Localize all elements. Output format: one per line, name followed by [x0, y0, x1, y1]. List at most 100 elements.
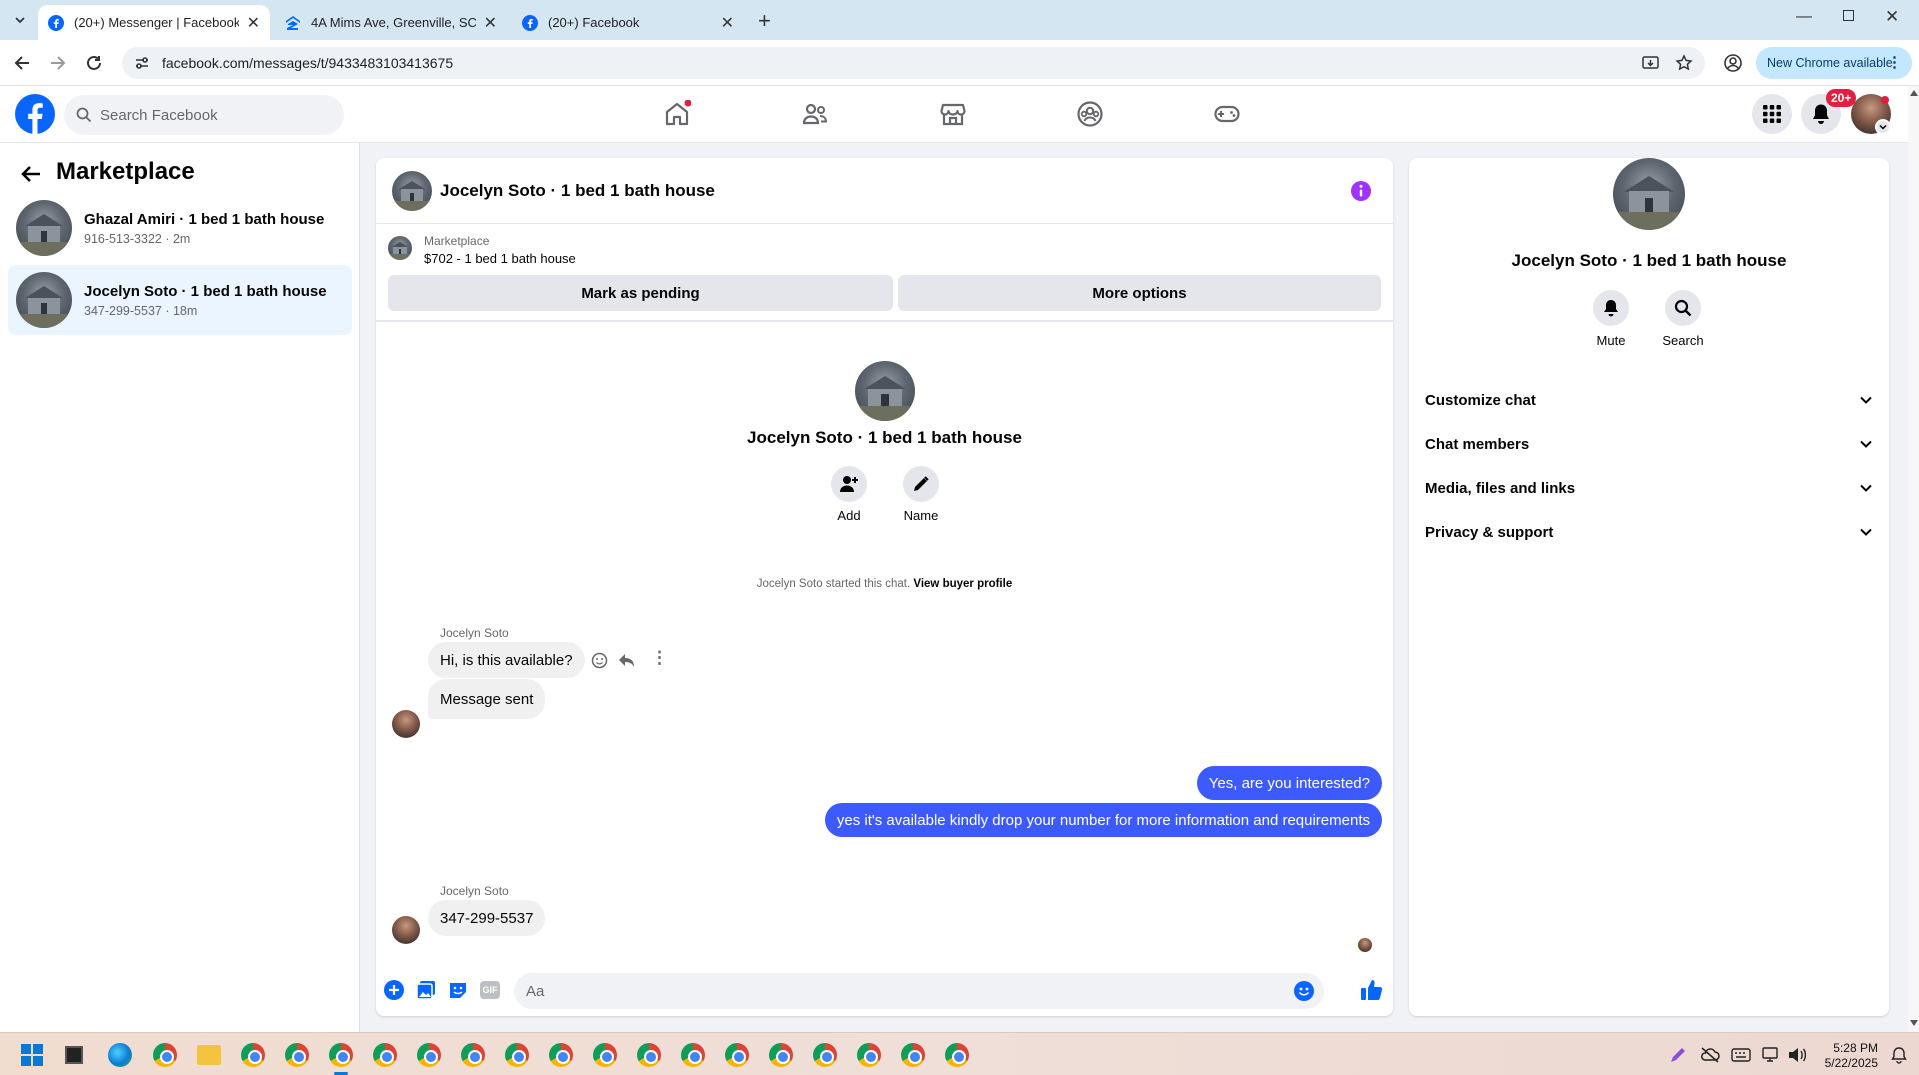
chrome-profile-icon[interactable] — [329, 1043, 353, 1067]
privacy-support-section[interactable]: Privacy & support — [1425, 514, 1873, 550]
nav-gaming[interactable] — [1213, 100, 1241, 128]
nav-friends[interactable] — [801, 100, 829, 128]
chrome-profile-icon[interactable] — [681, 1043, 705, 1067]
listing-thumbnail[interactable] — [388, 236, 412, 260]
system-clock[interactable]: 5:28 PM 5/22/2025 — [1818, 1041, 1878, 1071]
file-explorer-icon[interactable] — [197, 1045, 221, 1065]
info-icon[interactable] — [1350, 180, 1372, 202]
chrome-profile-icon[interactable] — [813, 1043, 837, 1067]
network-icon[interactable] — [1761, 1046, 1781, 1064]
pen-icon[interactable] — [1668, 1045, 1688, 1065]
chrome-profile-icon[interactable] — [725, 1043, 749, 1067]
kebab-menu-icon[interactable]: ⋮ — [1887, 53, 1902, 71]
chrome-profile-icon[interactable] — [505, 1043, 529, 1067]
view-buyer-profile-link[interactable]: View buyer profile — [913, 578, 1012, 590]
chrome-profile-icon[interactable] — [901, 1043, 925, 1067]
gif-icon[interactable]: GIF — [480, 981, 500, 999]
maximize-icon[interactable] — [1843, 10, 1854, 21]
chrome-profile-icon[interactable] — [637, 1043, 661, 1067]
nav-marketplace[interactable] — [939, 100, 967, 128]
cloud-offline-icon[interactable] — [1700, 1046, 1720, 1064]
message-input[interactable]: Aa — [514, 973, 1324, 1009]
media-files-links-section[interactable]: Media, files and links — [1425, 470, 1873, 506]
keyboard-icon[interactable] — [1731, 1047, 1751, 1063]
add-people-button[interactable] — [831, 466, 867, 502]
search-in-chat-button[interactable] — [1665, 290, 1701, 326]
chrome-icon[interactable] — [153, 1043, 177, 1067]
chrome-profile-icon[interactable] — [285, 1043, 309, 1067]
menu-button[interactable] — [1752, 94, 1792, 134]
name-chat-button[interactable] — [903, 466, 939, 502]
minimize-icon[interactable]: — — [1796, 8, 1812, 26]
close-tab-icon[interactable]: ✕ — [247, 13, 260, 33]
reply-icon[interactable] — [618, 652, 636, 669]
message-bubble-outgoing[interactable]: yes it's available kindly drop your numb… — [824, 803, 1382, 837]
message-bubble-incoming[interactable]: Hi, is this available? — [428, 642, 585, 678]
chrome-profile-icon[interactable] — [857, 1043, 881, 1067]
new-tab-icon[interactable]: + — [758, 8, 771, 34]
conversation-name: Jocelyn Soto · 1 bed 1 bath house — [84, 282, 327, 300]
sender-avatar[interactable] — [392, 916, 420, 944]
forward-arrow-icon[interactable] — [49, 54, 67, 72]
customize-chat-section[interactable]: Customize chat — [1425, 382, 1873, 418]
chrome-profile-icon[interactable] — [593, 1043, 617, 1067]
chrome-profile-icon[interactable] — [373, 1043, 397, 1067]
facebook-search-input[interactable]: Search Facebook — [64, 95, 344, 135]
chrome-profile-icon[interactable] — [417, 1043, 441, 1067]
close-tab-icon[interactable]: ✕ — [484, 13, 497, 33]
mute-button[interactable] — [1593, 290, 1629, 326]
close-window-icon[interactable]: ✕ — [1885, 7, 1899, 27]
nav-groups[interactable] — [1076, 100, 1104, 128]
chat-members-section[interactable]: Chat members — [1425, 426, 1873, 462]
profile-icon[interactable] — [1723, 53, 1743, 73]
chrome-profile-icon[interactable] — [945, 1043, 969, 1067]
new-chrome-available-button[interactable]: New Chrome available ⋮ — [1756, 47, 1912, 79]
notification-badge: 20+ — [1826, 89, 1857, 107]
chrome-profile-icon[interactable] — [241, 1043, 265, 1067]
message-bubble-outgoing[interactable]: Yes, are you interested? — [1196, 766, 1382, 800]
chat-header-title[interactable]: Jocelyn Soto · 1 bed 1 bath house — [440, 181, 715, 201]
page-scrollbar[interactable] — [1908, 86, 1919, 1032]
tab-facebook[interactable]: (20+) Facebook ✕ — [512, 5, 744, 40]
tab-zillow[interactable]: 4A Mims Ave, Greenville, SC 29 ✕ — [275, 5, 507, 40]
emoji-icon[interactable] — [1294, 981, 1314, 1001]
listing-price[interactable]: $702 - 1 bed 1 bath house — [424, 251, 576, 266]
nav-home[interactable] — [663, 100, 691, 128]
windows-start-icon[interactable] — [21, 1044, 43, 1066]
bookmark-star-icon[interactable] — [1675, 54, 1693, 72]
scroll-down-icon[interactable] — [1910, 1020, 1918, 1026]
address-bar[interactable]: facebook.com/messages/t/9433483103413675 — [122, 47, 1705, 79]
chrome-profile-icon[interactable] — [769, 1043, 793, 1067]
scroll-up-icon[interactable] — [1910, 90, 1918, 96]
account-chevron[interactable] — [1875, 119, 1891, 135]
back-arrow-icon[interactable] — [20, 163, 42, 185]
chrome-profile-icon[interactable] — [461, 1043, 485, 1067]
tab-search-button[interactable] — [9, 9, 31, 31]
react-emoji-icon[interactable] — [591, 652, 608, 669]
notification-center-icon[interactable] — [1890, 1046, 1908, 1064]
chrome-profile-icon[interactable] — [549, 1043, 573, 1067]
back-arrow-icon[interactable] — [13, 54, 31, 72]
plus-circle-icon[interactable] — [384, 980, 404, 1000]
task-view-icon[interactable] — [65, 1046, 83, 1064]
facebook-logo-icon[interactable] — [15, 94, 55, 134]
sticker-icon[interactable] — [448, 980, 468, 1000]
site-settings-icon[interactable] — [134, 55, 150, 71]
close-tab-icon[interactable]: ✕ — [721, 13, 734, 33]
volume-icon[interactable] — [1787, 1046, 1807, 1064]
install-app-icon[interactable] — [1642, 55, 1659, 72]
message-bubble-incoming[interactable]: Message sent — [428, 679, 546, 719]
more-options-button[interactable]: More options — [898, 275, 1381, 311]
message-bubble-incoming[interactable]: 347-299-5537 — [428, 900, 546, 936]
chat-header-avatar[interactable] — [392, 171, 432, 211]
sender-avatar[interactable] — [392, 710, 420, 738]
conversation-item-jocelyn[interactable]: Jocelyn Soto · 1 bed 1 bath house 347-29… — [8, 265, 352, 335]
reload-icon[interactable] — [85, 54, 103, 72]
mark-as-pending-button[interactable]: Mark as pending — [388, 275, 893, 311]
photo-icon[interactable] — [416, 980, 436, 1000]
tab-messenger[interactable]: (20+) Messenger | Facebook ✕ — [38, 5, 270, 40]
message-more-icon[interactable]: ⋮ — [651, 648, 668, 668]
thumbs-up-icon[interactable] — [1360, 978, 1384, 1002]
edge-browser-icon[interactable] — [108, 1043, 132, 1067]
conversation-item-ghazal[interactable]: Ghazal Amiri · 1 bed 1 bath house 916-51… — [8, 193, 352, 263]
